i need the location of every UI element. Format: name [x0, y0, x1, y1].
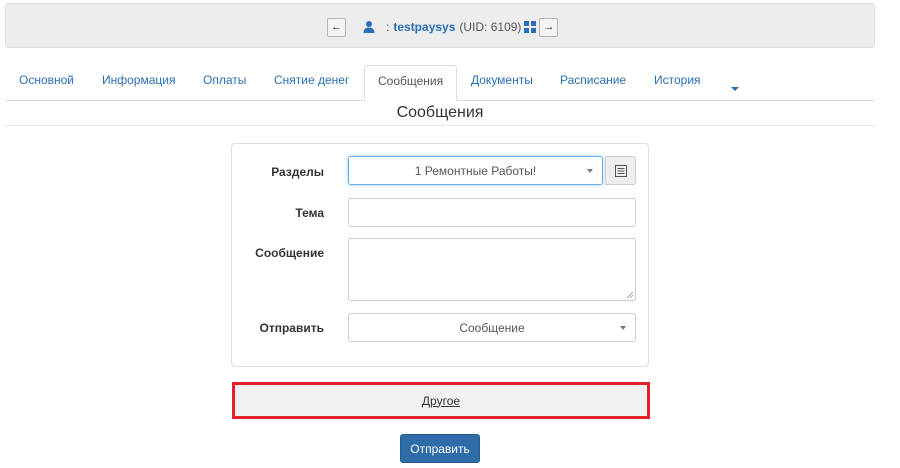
user-navigation: ← : testpaysys (UID: 6109) →: [327, 17, 559, 37]
caret-down-icon: [731, 87, 739, 91]
tab-more-dropdown[interactable]: [731, 80, 739, 94]
tab-bar: Основной Информация Оплаты Снятие денег …: [5, 65, 875, 101]
tab-payments[interactable]: Оплаты: [203, 73, 246, 87]
arrow-left-icon: ←: [331, 20, 342, 33]
tab-info[interactable]: Информация: [102, 73, 175, 87]
previous-user-button[interactable]: ←: [327, 17, 346, 37]
tab-schedule[interactable]: Расписание: [560, 73, 626, 87]
resize-grip-icon[interactable]: [627, 292, 633, 298]
section-select-value: 1 Ремонтные Работы!: [414, 163, 537, 178]
send-label: Отправить: [259, 321, 324, 335]
message-form-panel: Разделы 1 Ремонтные Работы! Тема Сообщен…: [231, 143, 649, 367]
section-select[interactable]: 1 Ремонтные Работы!: [348, 156, 603, 185]
divider: [5, 125, 875, 126]
tab-messages[interactable]: Сообщения: [364, 65, 458, 101]
section-list-button[interactable]: [605, 156, 636, 185]
subject-input[interactable]: [348, 198, 636, 227]
send-type-select[interactable]: Сообщение: [348, 313, 636, 342]
chevron-down-icon: [587, 168, 593, 173]
separator: :: [386, 20, 390, 34]
message-textarea[interactable]: [348, 238, 636, 301]
arrow-right-icon: →: [543, 20, 555, 33]
user-navigation-bar: ← : testpaysys (UID: 6109) →: [5, 3, 875, 48]
list-icon: [614, 164, 627, 177]
other-toggle[interactable]: Другое: [232, 382, 650, 419]
tab-history[interactable]: История: [654, 73, 701, 87]
grid-icon[interactable]: [524, 21, 537, 33]
user-login-link[interactable]: testpaysys: [393, 20, 455, 34]
page-title: Сообщения: [396, 104, 484, 121]
submit-button[interactable]: Отправить: [400, 434, 480, 463]
section-label: Разделы: [271, 165, 324, 179]
subject-label: Тема: [295, 206, 324, 220]
send-type-select-value: Сообщение: [459, 320, 525, 335]
user-uid: (UID: 6109): [459, 20, 522, 34]
message-label: Сообщение: [255, 246, 324, 260]
tab-main[interactable]: Основной: [19, 73, 74, 87]
tab-documents[interactable]: Документы: [471, 73, 533, 87]
next-user-button[interactable]: →: [539, 17, 559, 37]
other-toggle-label: Другое: [421, 393, 461, 408]
chevron-down-icon: [620, 325, 626, 330]
tab-withdrawals[interactable]: Снятие денег: [274, 73, 349, 87]
user-icon: [363, 21, 375, 33]
